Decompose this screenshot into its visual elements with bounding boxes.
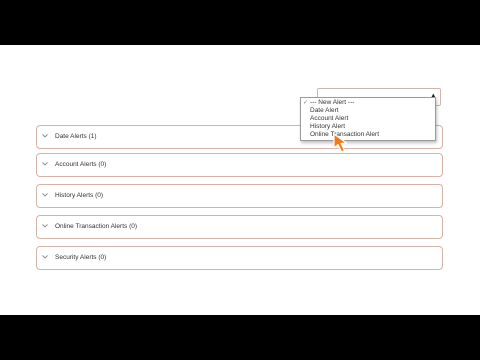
accordion-security-alerts[interactable]: Security Alerts (0) bbox=[36, 246, 443, 270]
dropdown-option-history-alert[interactable]: History Alert bbox=[301, 123, 435, 131]
chevron-down-icon bbox=[42, 255, 48, 259]
chevron-down-icon bbox=[42, 162, 48, 166]
accordion-label: Online Transaction Alerts (0) bbox=[55, 223, 138, 230]
accordion-label: Security Alerts (0) bbox=[55, 254, 107, 261]
checkmark-icon: ✓ bbox=[303, 99, 309, 106]
chevron-down-icon bbox=[42, 134, 48, 138]
accordion-online-transaction-alerts[interactable]: Online Transaction Alerts (0) bbox=[36, 215, 443, 239]
dropdown-option-account-alert[interactable]: Account Alert bbox=[301, 115, 435, 123]
accordion-label: History Alerts (0) bbox=[55, 192, 104, 199]
mouse-pointer-icon bbox=[333, 133, 348, 153]
dropdown-option-new-alert[interactable]: ✓ --- New Alert --- bbox=[301, 99, 435, 107]
chevron-down-icon bbox=[42, 224, 48, 228]
accordion-label: Date Alerts (1) bbox=[55, 133, 97, 140]
dropdown-option-date-alert[interactable]: Date Alert bbox=[301, 107, 435, 115]
alerts-page: ▲ ✓ --- New Alert --- Date Alert Account… bbox=[0, 45, 480, 315]
accordion-label: Account Alerts (0) bbox=[55, 161, 107, 168]
chevron-down-icon bbox=[42, 193, 48, 197]
dropdown-option-online-transaction-alert[interactable]: Online Transaction Alert bbox=[301, 131, 435, 139]
accordion-account-alerts[interactable]: Account Alerts (0) bbox=[36, 153, 443, 177]
accordion-history-alerts[interactable]: History Alerts (0) bbox=[36, 184, 443, 208]
alert-type-dropdown[interactable]: ✓ --- New Alert --- Date Alert Account A… bbox=[300, 97, 436, 141]
